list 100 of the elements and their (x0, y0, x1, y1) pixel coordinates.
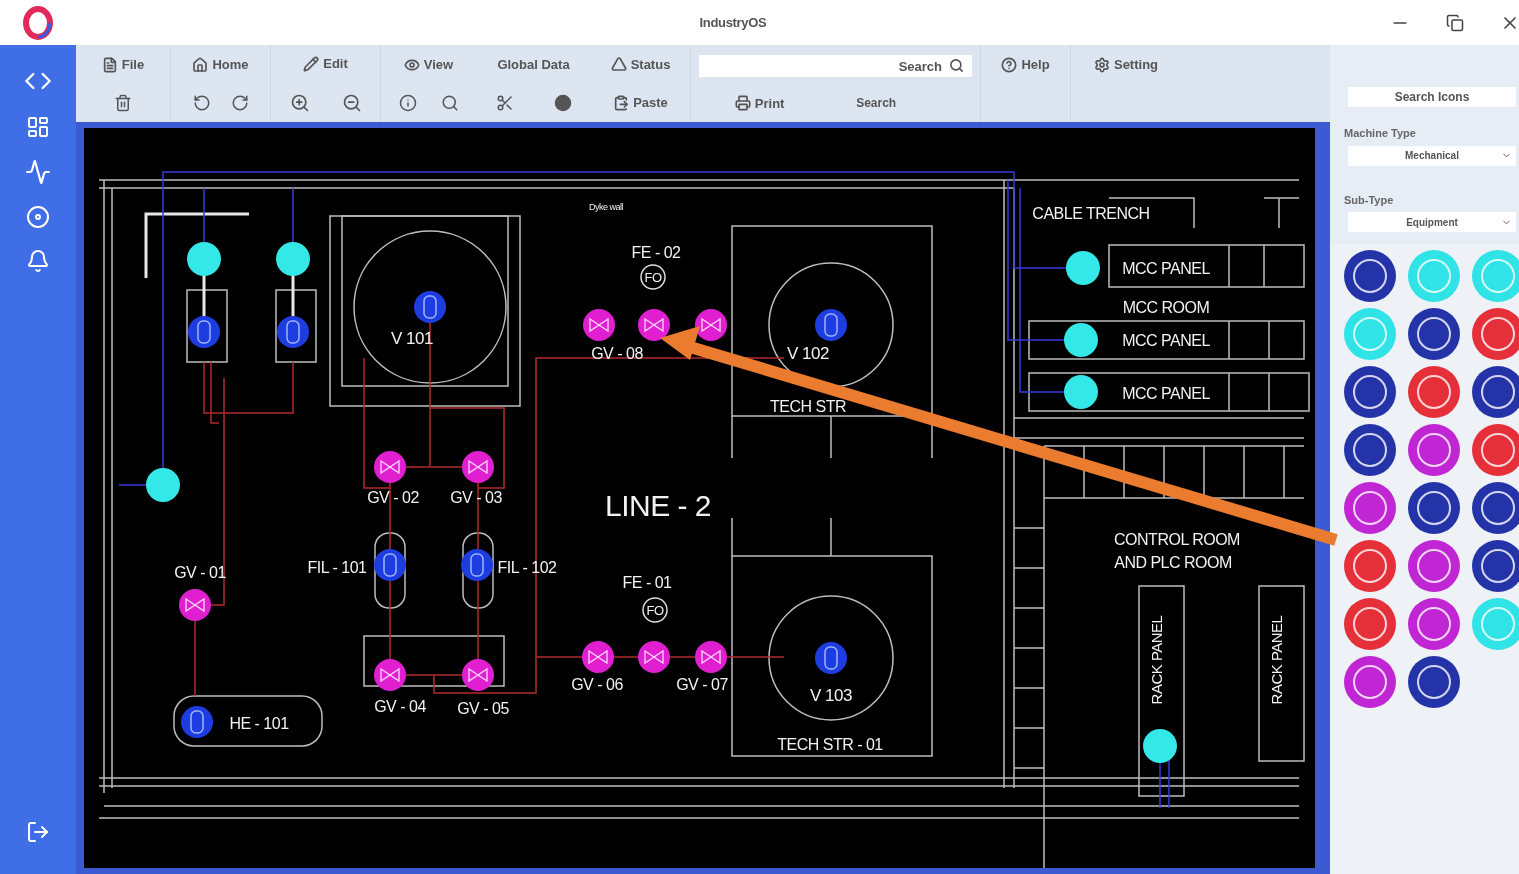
palette-icon[interactable] (1472, 366, 1519, 418)
equipment-node[interactable] (815, 309, 847, 341)
view-button[interactable]: View (403, 54, 454, 75)
search-field[interactable]: Search (699, 55, 972, 78)
equipment-node[interactable] (461, 549, 493, 581)
diagram-label: LINE - 2 (605, 489, 711, 522)
scissors-icon[interactable] (495, 94, 514, 113)
palette-icon[interactable] (1472, 424, 1519, 476)
instrument-node[interactable] (1064, 323, 1098, 357)
data-button[interactable]: Global Data (497, 54, 570, 75)
setting-button[interactable]: Setting (1093, 55, 1159, 75)
diagram-label: HE - 101 (229, 715, 289, 732)
equipment-node[interactable] (181, 706, 213, 738)
palette-icon[interactable] (1344, 250, 1396, 302)
home-button[interactable]: Home (192, 54, 249, 75)
palette-icon[interactable] (1344, 540, 1396, 592)
instrument-node[interactable] (276, 242, 310, 276)
palette-icon[interactable] (1408, 598, 1460, 650)
valve-node[interactable] (695, 641, 727, 673)
paste-icon (613, 94, 630, 111)
palette-icon[interactable] (1472, 540, 1519, 592)
palette-icon[interactable] (1408, 424, 1460, 476)
help-icon (1001, 56, 1018, 73)
print-button[interactable]: Print (734, 93, 785, 114)
equipment-node[interactable] (277, 316, 309, 348)
palette-icon[interactable] (1472, 482, 1519, 534)
diagram-label: GV - 06 (571, 676, 623, 693)
redo-icon[interactable] (230, 94, 249, 113)
diagram-label: RACK PANEL (1268, 615, 1285, 705)
diagram-label: GV - 03 (450, 489, 502, 506)
instrument-circle (642, 597, 668, 623)
search-icon (949, 57, 964, 73)
zoom-in-icon[interactable] (289, 92, 310, 113)
diagram-label: MCC PANEL (1122, 260, 1210, 277)
instrument-node[interactable] (187, 242, 221, 276)
equipment-node[interactable] (374, 549, 406, 581)
icon-search-field[interactable]: Search Icons (1348, 87, 1516, 107)
palette-icon[interactable] (1344, 656, 1396, 708)
valve-node[interactable] (374, 451, 406, 483)
pulse-icon[interactable] (25, 159, 51, 185)
palette-icon[interactable] (1408, 540, 1460, 592)
diagram-label: FE - 01 (622, 574, 672, 591)
palette-icon[interactable] (1408, 308, 1460, 360)
palette-icon[interactable] (1344, 482, 1396, 534)
instrument-node[interactable] (1066, 251, 1100, 285)
palette-icon[interactable] (1344, 598, 1396, 650)
status-button[interactable]: Status (610, 54, 671, 74)
palette-icon[interactable] (1408, 366, 1460, 418)
valve-node[interactable] (462, 451, 494, 483)
diagram-label: GV - 07 (676, 676, 728, 693)
valve-node[interactable] (638, 641, 670, 673)
valve-node[interactable] (638, 309, 670, 341)
help-button[interactable]: Help (1001, 55, 1050, 75)
print-icon (734, 95, 751, 112)
search-button[interactable]: Search (856, 93, 897, 114)
valve-node[interactable] (179, 589, 211, 621)
equipment-node[interactable] (815, 642, 847, 674)
palette-icon[interactable] (1472, 308, 1519, 360)
dashboard-icon[interactable] (26, 115, 50, 139)
instrument-node[interactable] (1143, 729, 1177, 763)
search-icon[interactable] (440, 94, 459, 113)
diagram-label: GV - 01 (174, 564, 226, 581)
edit-icon (303, 56, 320, 73)
palette-icon[interactable] (1408, 482, 1460, 534)
valve-node[interactable] (582, 641, 614, 673)
palette-icon[interactable] (1344, 366, 1396, 418)
instrument-circle (640, 264, 666, 290)
valve-node[interactable] (695, 309, 727, 341)
valve-node[interactable] (462, 659, 494, 691)
diagram-label: FO (646, 603, 664, 618)
edit-button[interactable]: Edit (303, 54, 348, 74)
setting-icon (1093, 56, 1110, 73)
disc-icon[interactable] (26, 205, 50, 229)
diagram-label: FIL - 102 (497, 559, 557, 576)
info-icon[interactable] (398, 94, 417, 113)
logout-icon[interactable] (26, 820, 50, 844)
equipment-node[interactable] (188, 316, 220, 348)
diagram-label: FE - 02 (631, 244, 681, 261)
bell-icon[interactable] (26, 249, 50, 273)
diagram-label: FIL - 101 (307, 559, 367, 576)
equipment-node[interactable] (414, 291, 446, 323)
undo-icon[interactable] (192, 94, 211, 113)
zoom-out-icon[interactable] (341, 92, 362, 113)
diagram-label: GV - 08 (591, 345, 643, 362)
paste-button[interactable]: Paste (613, 93, 668, 113)
valve-node[interactable] (583, 309, 615, 341)
instrument-node[interactable] (146, 468, 180, 502)
machine-type-dropdown[interactable]: Mechanical (1348, 145, 1516, 166)
app-title: IndustryOS (699, 13, 767, 32)
trash-icon[interactable] (114, 94, 132, 113)
diagram-label: GV - 04 (374, 698, 426, 715)
home-icon (192, 56, 209, 73)
palette-icon[interactable] (1344, 424, 1396, 476)
file-button[interactable]: File (101, 54, 145, 75)
valve-node[interactable] (374, 659, 406, 691)
shape-icon[interactable] (553, 94, 572, 113)
restore-icon[interactable] (1446, 13, 1464, 32)
palette-icon[interactable] (1408, 656, 1460, 708)
instrument-node[interactable] (1064, 375, 1098, 409)
sub-type-dropdown[interactable]: Equipment (1348, 212, 1516, 232)
